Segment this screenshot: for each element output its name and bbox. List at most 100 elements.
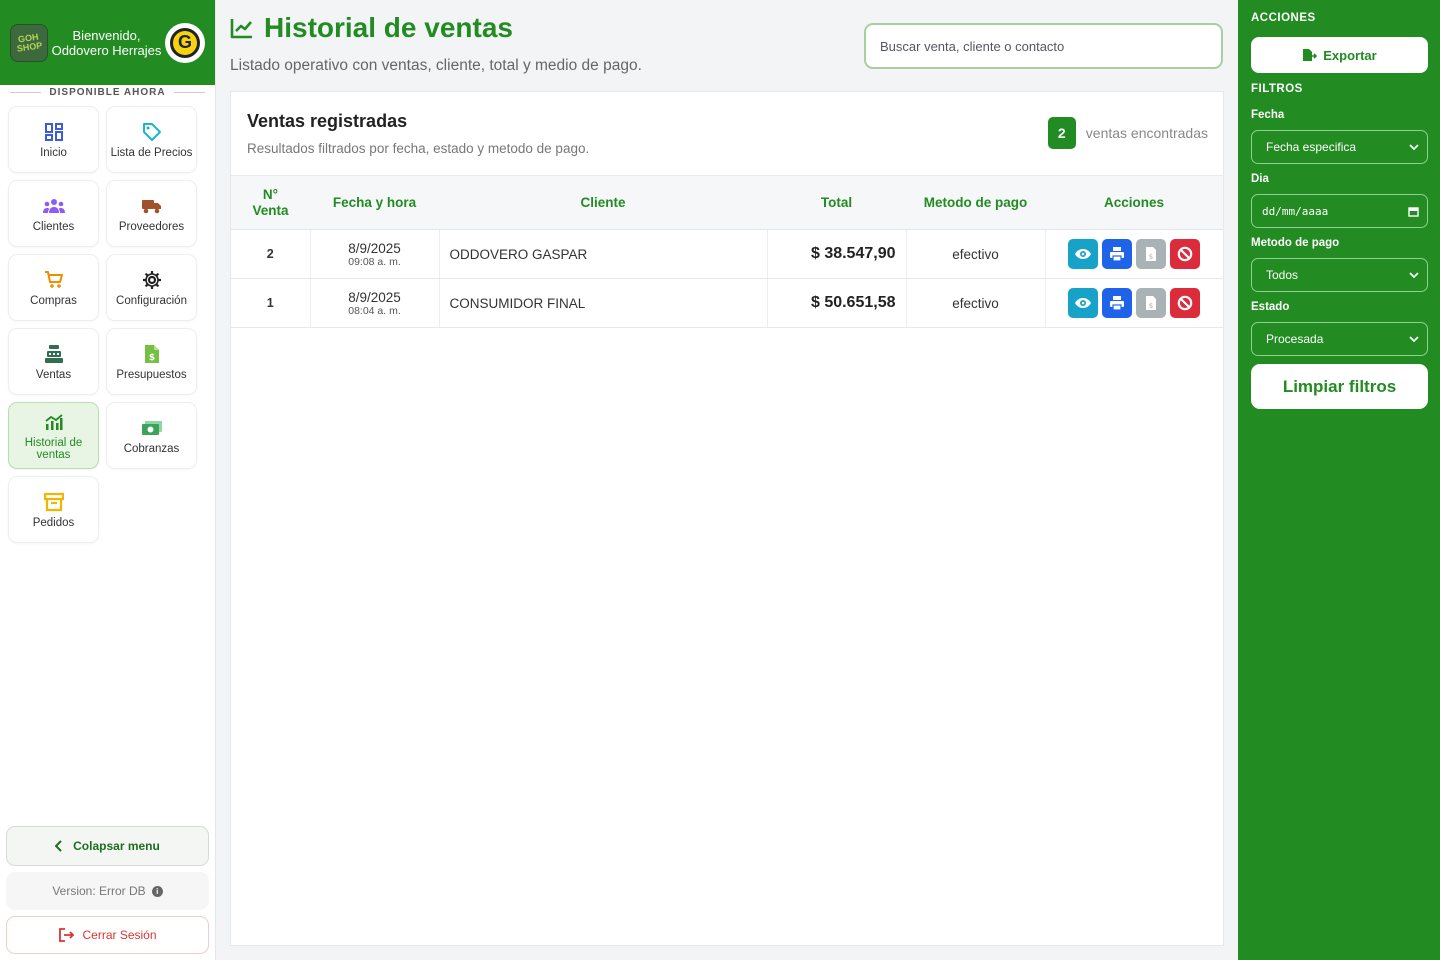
- sale-method: efectivo: [905, 229, 1045, 279]
- dashboard-icon: [44, 121, 63, 143]
- sidebar-item-label: Presupuestos: [116, 368, 187, 381]
- printer-icon: [1110, 296, 1125, 311]
- sidebar-footer: Colapsar menu Version: Error DB i Cerrar…: [6, 826, 209, 954]
- status-filter-label: Estado: [1251, 301, 1290, 313]
- svg-text:$: $: [1149, 302, 1153, 310]
- sidebar: GOH SHOP Bienvenido, Oddovero Herrajes G…: [0, 0, 216, 960]
- sidebar-header: GOH SHOP Bienvenido, Oddovero Herrajes G: [0, 0, 215, 85]
- invoice-icon: $: [144, 343, 160, 365]
- sidebar-item-label: Pedidos: [32, 516, 75, 529]
- logout-button[interactable]: Cerrar Sesión: [6, 916, 209, 954]
- date-filter-select[interactable]: Fecha especifica: [1251, 130, 1428, 164]
- sale-number: 2: [231, 229, 310, 279]
- file-invoice-icon: $: [1146, 247, 1157, 261]
- version-label: Version: Error DB: [52, 884, 146, 898]
- sale-number: 1: [231, 278, 310, 328]
- sidebar-item-label: Proveedores: [118, 220, 185, 233]
- filters-panel: ACCIONES Exportar FILTROS Fecha Fecha es…: [1238, 0, 1440, 960]
- brand-logo-letter: G: [170, 27, 200, 58]
- date-filter-value: Fecha especifica: [1266, 140, 1357, 154]
- sales-table: N° Venta Fecha y hora Cliente Total Meto…: [231, 175, 1223, 328]
- sidebar-item-inicio[interactable]: Inicio: [8, 106, 99, 173]
- sidebar-item-label: Inicio: [40, 146, 67, 159]
- invoice-button[interactable]: $: [1136, 288, 1167, 318]
- sidebar-item-compras[interactable]: Compras: [8, 254, 99, 321]
- sales-card: Ventas registradas Resultados filtrados …: [230, 91, 1224, 946]
- search-input[interactable]: [864, 23, 1223, 69]
- card-subtitle: Resultados filtrados por fecha, estado y…: [247, 141, 590, 156]
- page-title: Historial de ventas: [230, 12, 513, 44]
- brand-logo: G: [165, 22, 205, 63]
- section-label-text: DISPONIBLE AHORA: [49, 87, 166, 98]
- ban-icon: [1177, 295, 1193, 311]
- sidebar-item-proveedores[interactable]: Proveedores: [106, 180, 197, 247]
- shop-logo[interactable]: GOH SHOP: [10, 23, 48, 62]
- column-header-number[interactable]: N° Venta: [231, 175, 310, 230]
- sale-total: $ 50.651,58: [766, 278, 906, 328]
- export-button[interactable]: Exportar: [1251, 37, 1428, 73]
- chevron-left-icon: [55, 840, 62, 852]
- chevron-down-icon: [1409, 271, 1419, 278]
- sale-method: efectivo: [905, 278, 1045, 328]
- sidebar-item-label: Historial de ventas: [24, 436, 83, 461]
- info-icon[interactable]: i: [151, 885, 163, 897]
- svg-text:$: $: [1149, 253, 1153, 261]
- day-filter-value: dd/mm/aaaa: [1262, 204, 1329, 218]
- nav-grid: Inicio Lista de Precios Clientes Proveed…: [0, 98, 215, 543]
- cancel-sale-button[interactable]: [1170, 239, 1201, 269]
- view-button[interactable]: [1068, 239, 1099, 269]
- cart-icon: [44, 269, 64, 291]
- status-filter-select[interactable]: Procesada: [1251, 322, 1428, 356]
- method-filter-select[interactable]: Todos: [1251, 258, 1428, 292]
- day-filter-input[interactable]: dd/mm/aaaa: [1251, 194, 1428, 228]
- section-label: DISPONIBLE AHORA: [0, 87, 215, 98]
- sidebar-item-ventas[interactable]: Ventas: [8, 328, 99, 395]
- filters-section-label: FILTROS: [1251, 83, 1303, 95]
- count-label: ventas encontradas: [1085, 125, 1208, 141]
- sale-time: 08:04 a. m.: [348, 304, 401, 317]
- sidebar-item-configuracion[interactable]: Configuración: [106, 254, 197, 321]
- column-header-date[interactable]: Fecha y hora: [310, 175, 439, 230]
- table-row: 2 8/9/2025 09:08 a. m. ODDOVERO GASPAR $…: [231, 229, 1223, 279]
- sale-client: ODDOVERO GASPAR: [438, 229, 767, 279]
- truck-icon: [141, 195, 163, 217]
- sidebar-item-historial-ventas[interactable]: Historial de ventas: [8, 402, 99, 469]
- sidebar-item-label: Cobranzas: [123, 442, 180, 455]
- method-filter-label: Metodo de pago: [1251, 237, 1340, 249]
- cancel-sale-button[interactable]: [1170, 288, 1201, 318]
- sidebar-item-cobranzas[interactable]: Cobranzas: [106, 402, 197, 469]
- sidebar-item-label: Configuración: [116, 294, 187, 307]
- sale-datetime: 8/9/2025 08:04 a. m.: [309, 278, 439, 328]
- method-filter-value: Todos: [1266, 268, 1299, 282]
- ban-icon: [1177, 246, 1193, 262]
- collapse-menu-button[interactable]: Colapsar menu: [6, 826, 209, 866]
- view-button[interactable]: [1068, 288, 1099, 318]
- sale-time: 09:08 a. m.: [348, 255, 401, 268]
- sidebar-item-lista-precios[interactable]: Lista de Precios: [106, 106, 197, 173]
- column-header-total[interactable]: Total: [767, 175, 906, 230]
- actions-section-label: ACCIONES: [1251, 12, 1316, 24]
- sidebar-item-label: Compras: [30, 294, 77, 307]
- export-label: Exportar: [1323, 47, 1377, 63]
- sidebar-item-pedidos[interactable]: Pedidos: [8, 476, 99, 543]
- sidebar-item-presupuestos[interactable]: $ Presupuestos: [106, 328, 197, 395]
- file-invoice-icon: $: [1146, 296, 1157, 310]
- logout-icon: [59, 928, 75, 942]
- sidebar-item-clientes[interactable]: Clientes: [8, 180, 99, 247]
- sidebar-item-label: Lista de Precios: [110, 146, 193, 159]
- invoice-button[interactable]: $: [1136, 239, 1167, 269]
- column-header-method[interactable]: Metodo de pago: [906, 175, 1045, 230]
- column-header-client[interactable]: Cliente: [439, 175, 767, 230]
- eye-icon: [1075, 249, 1092, 259]
- sale-datetime: 8/9/2025 09:08 a. m.: [309, 229, 439, 279]
- chevron-down-icon: [1409, 335, 1419, 342]
- sale-date: 8/9/2025: [348, 240, 401, 256]
- print-button[interactable]: [1102, 239, 1133, 269]
- sale-actions: $: [1044, 229, 1223, 279]
- printer-icon: [1110, 247, 1125, 262]
- clear-filters-button[interactable]: Limpiar filtros: [1251, 364, 1428, 409]
- print-button[interactable]: [1102, 288, 1133, 318]
- page-title-text: Historial de ventas: [264, 12, 513, 43]
- welcome-text: Bienvenido, Oddovero Herrajes: [51, 27, 162, 58]
- collapse-menu-label: Colapsar menu: [73, 839, 160, 853]
